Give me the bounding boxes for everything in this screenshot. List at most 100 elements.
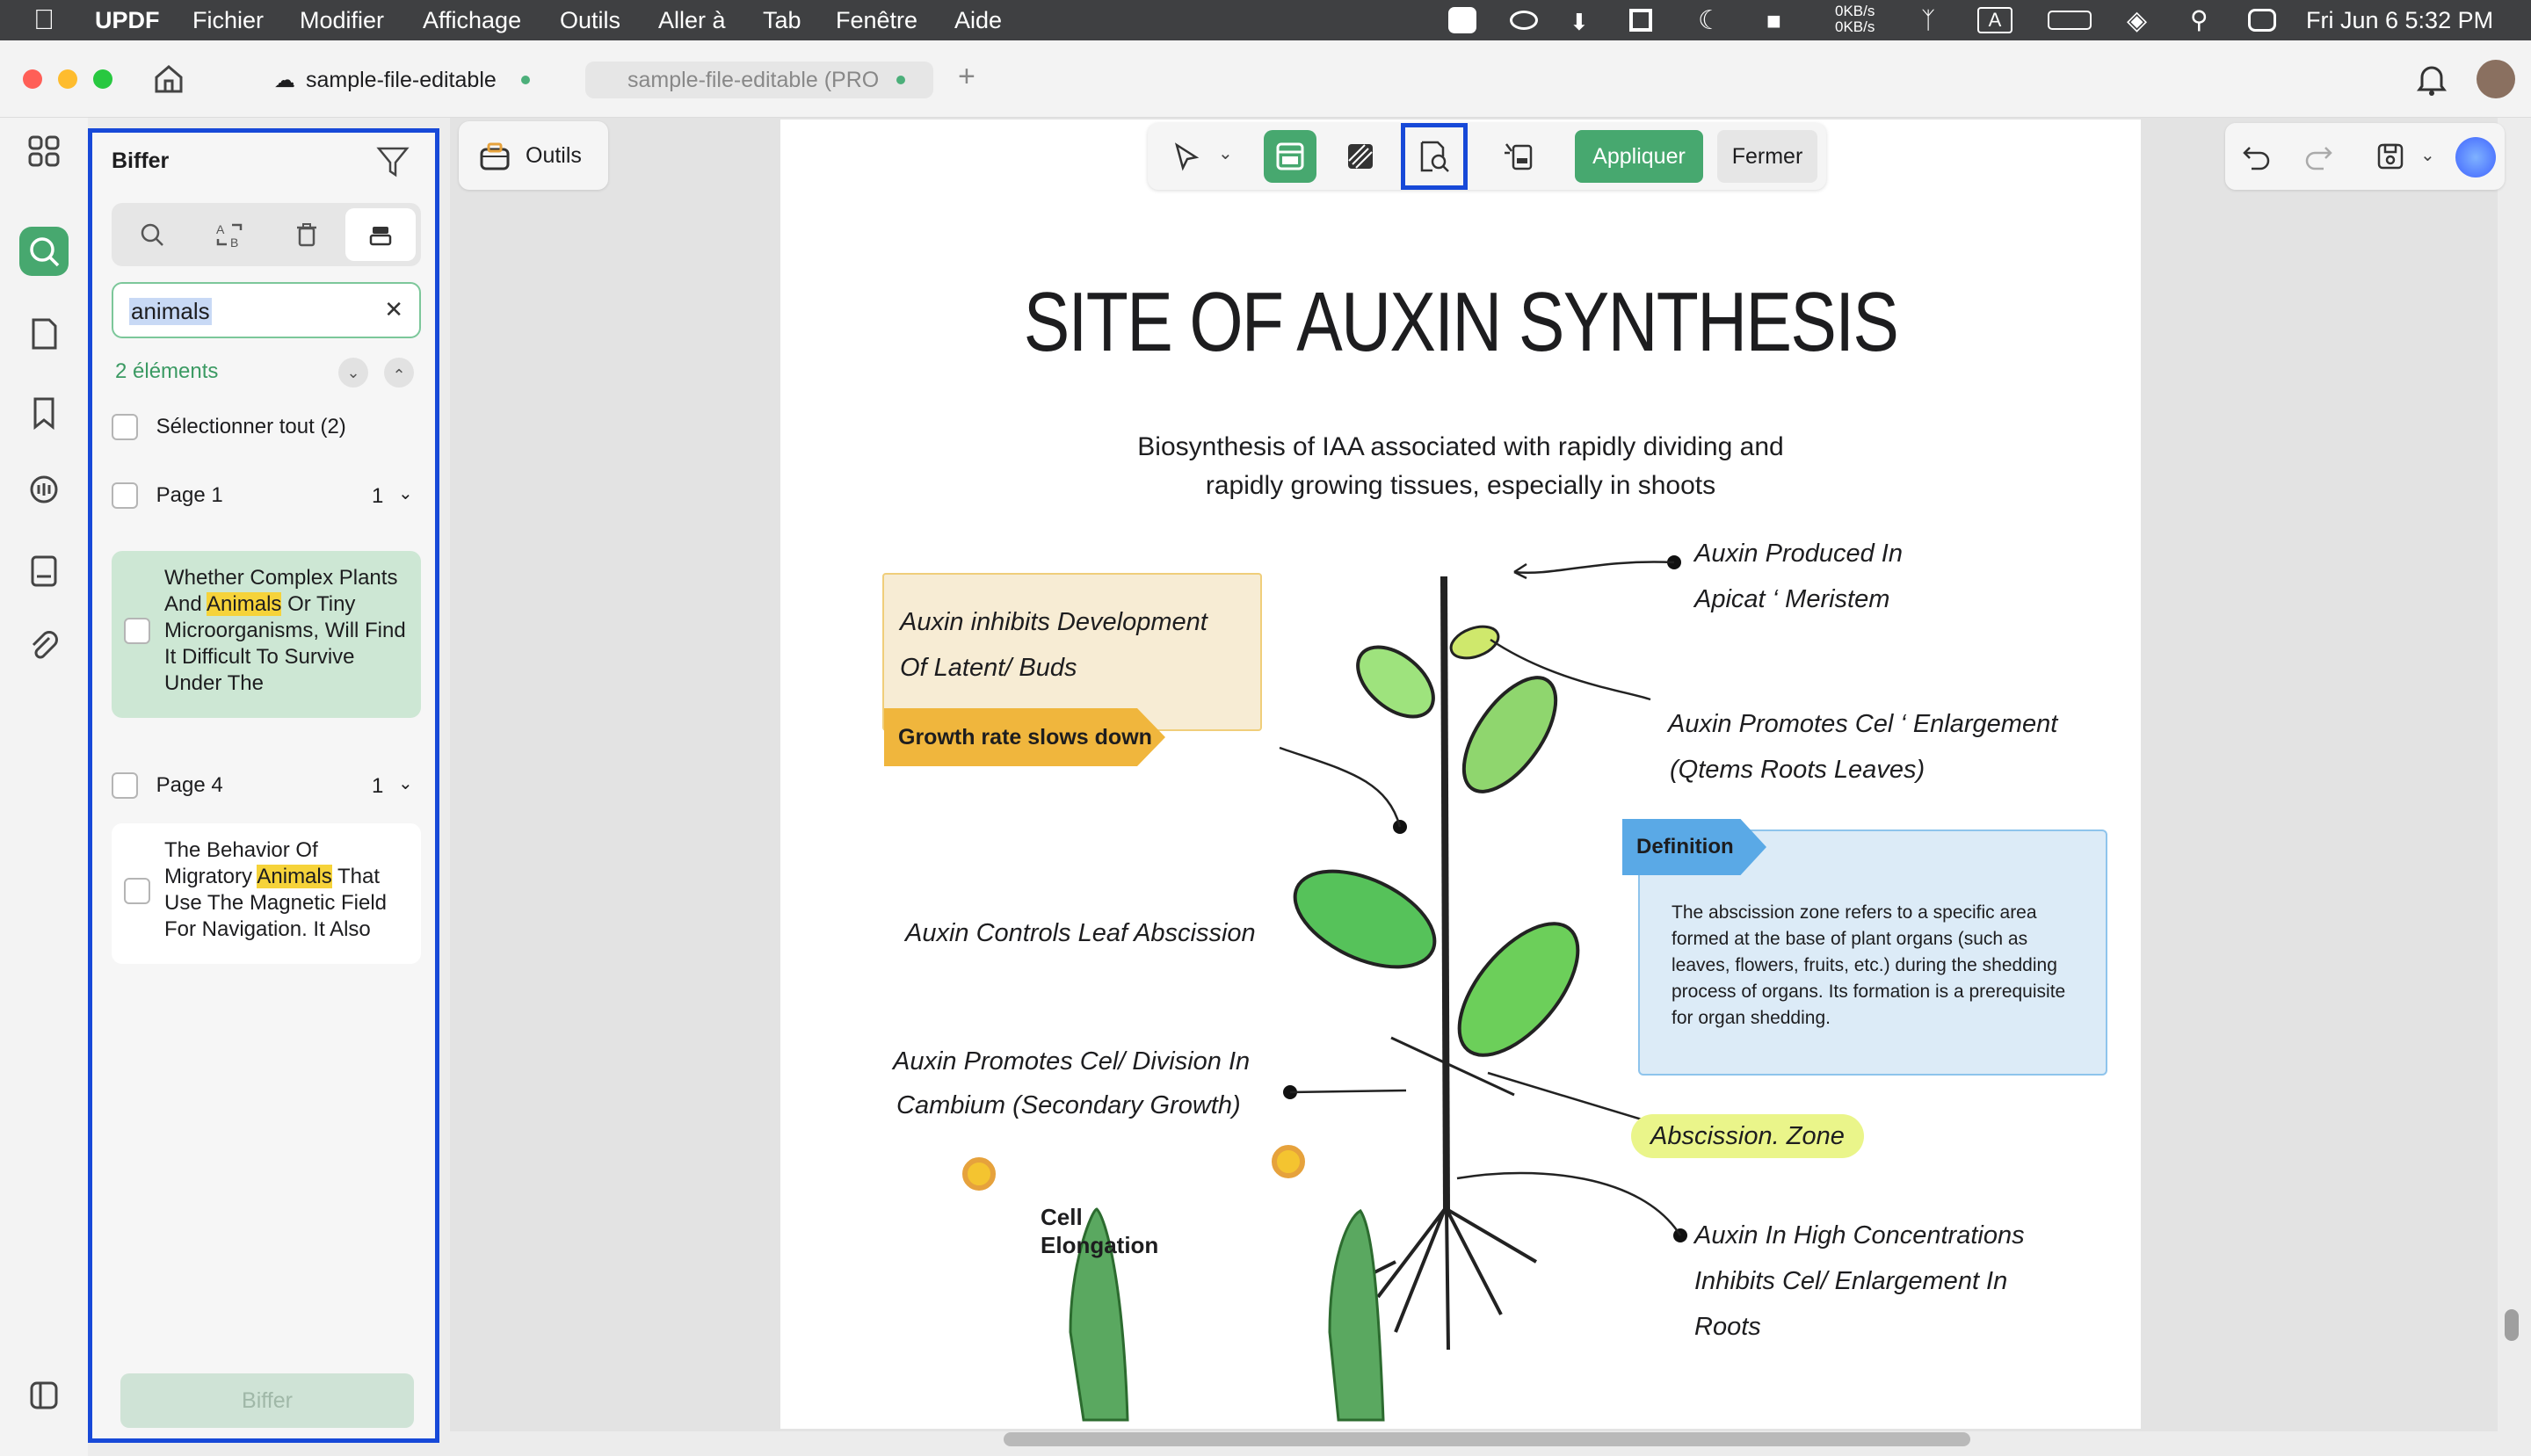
download-icon[interactable]: ⬇ <box>1570 9 1589 36</box>
home-icon[interactable] <box>151 62 186 97</box>
chevron-down-icon[interactable]: ⌄ <box>398 482 413 504</box>
battery-icon[interactable] <box>2048 11 2092 30</box>
chevron-down-icon[interactable]: ⌄ <box>398 772 413 794</box>
sidebar-toggle-icon[interactable] <box>19 1371 69 1420</box>
label-high-3: Roots <box>1694 1313 1761 1341</box>
ghost-icon[interactable]: ■ <box>1766 7 1781 35</box>
label-cell-1: Cell <box>1041 1204 1083 1230</box>
label-inhibits-1: Auxin inhibits Development <box>900 608 1207 636</box>
label-cell-2: Elongation <box>1041 1232 1159 1258</box>
tools-button[interactable]: Outils <box>459 121 608 190</box>
close-window-button[interactable] <box>23 69 42 89</box>
search-input[interactable]: animals <box>129 298 212 325</box>
toolbox-icon <box>480 142 510 170</box>
moon-icon[interactable]: ☾ <box>1698 5 1722 36</box>
menu-edit[interactable]: Modifier <box>300 7 384 34</box>
menu-help[interactable]: Aide <box>954 7 1002 34</box>
page-group-1[interactable]: Page 1 1 ⌄ <box>112 482 421 509</box>
definition-text: The abscission zone refers to a specific… <box>1672 902 2066 1028</box>
redact-page-icon[interactable] <box>1492 130 1545 183</box>
bluetooth-icon[interactable]: ᛉ <box>1921 7 1935 34</box>
next-result-chevron-down-icon[interactable]: ⌄ <box>338 358 368 388</box>
page-1-checkbox[interactable] <box>112 482 138 509</box>
disk-icon[interactable] <box>1510 11 1538 30</box>
trash-icon[interactable] <box>272 208 342 261</box>
search-result-item[interactable]: The Behavior Of Migratory Animals That U… <box>112 823 421 964</box>
menu-window[interactable]: Fenêtre <box>836 7 917 34</box>
replace-icon[interactable]: AB <box>194 208 265 261</box>
minimize-window-button[interactable] <box>58 69 77 89</box>
horizontal-scrollbar[interactable] <box>1004 1432 1970 1446</box>
label-produced-2: Apicat ‘ Meristem <box>1694 585 1890 613</box>
bell-icon[interactable] <box>2415 62 2448 97</box>
page-group-4[interactable]: Page 4 1 ⌄ <box>112 772 421 799</box>
comment-icon[interactable] <box>19 466 69 515</box>
search-result-item[interactable]: Whether Complex Plants And Animals Or Ti… <box>112 551 421 718</box>
control-center-icon[interactable] <box>2248 9 2276 32</box>
app-menu[interactable]: UPDF <box>95 7 160 34</box>
vertical-scrollbar[interactable] <box>2505 1309 2519 1341</box>
apply-button[interactable]: Appliquer <box>1575 130 1703 183</box>
result-snippet: The Behavior Of Migratory Animals That U… <box>164 838 388 941</box>
input-source-icon[interactable]: A <box>1977 7 2012 33</box>
page-icon[interactable] <box>19 309 69 359</box>
form-icon[interactable] <box>19 547 69 596</box>
avatar[interactable] <box>2477 60 2515 98</box>
ai-assistant-icon[interactable] <box>2455 137 2496 177</box>
new-tab-button[interactable]: + <box>958 60 975 94</box>
svg-text:A: A <box>216 222 225 236</box>
close-redact-button[interactable]: Fermer <box>1717 130 1817 183</box>
menu-tools[interactable]: Outils <box>560 7 620 34</box>
select-all-checkbox[interactable] <box>112 414 138 440</box>
search-text-button[interactable] <box>117 208 187 261</box>
page-4-checkbox[interactable] <box>112 772 138 799</box>
tab-sample-file-editable[interactable]: ☁ sample-file-editable <box>274 62 530 98</box>
menu-view[interactable]: Affichage <box>423 7 521 34</box>
menu-file[interactable]: Fichier <box>192 7 264 34</box>
wifi-icon[interactable]: ◈ <box>2127 5 2147 36</box>
redact-button[interactable]: Biffer <box>120 1373 414 1428</box>
spotlight-icon[interactable]: ⚲ <box>2190 5 2208 34</box>
search-mode-icon[interactable] <box>19 227 69 276</box>
match-highlight: Animals <box>207 592 282 616</box>
select-all-row[interactable]: Sélectionner tout (2) <box>112 414 346 440</box>
page-1-count: 1 <box>372 484 384 508</box>
bookmark-icon[interactable] <box>19 388 69 438</box>
prev-result-chevron-up-icon[interactable]: ⌃ <box>384 358 414 388</box>
clear-search-icon[interactable]: ✕ <box>384 296 403 323</box>
select-pointer-icon[interactable] <box>1160 130 1213 183</box>
save-icon[interactable] <box>2375 141 2406 172</box>
tab-sample-file-editable-pro[interactable]: sample-file-editable (PRO <box>585 62 933 98</box>
result-checkbox[interactable] <box>124 618 150 644</box>
redo-icon[interactable] <box>2303 141 2334 172</box>
cloud-icon: ☁ <box>274 68 295 92</box>
pointer-chevron-down-icon[interactable]: ⌄ <box>1218 142 1233 164</box>
document-title: SITE OF AUXIN SYNTHESIS <box>1023 275 1899 369</box>
redact-pattern-icon[interactable] <box>1334 130 1387 183</box>
menu-tab[interactable]: Tab <box>763 7 801 34</box>
zoom-window-button[interactable] <box>93 69 112 89</box>
redact-toolbar: ⌄ Appliquer Fermer <box>1148 123 1826 190</box>
attachment-icon[interactable] <box>19 622 69 671</box>
thumbnails-icon[interactable] <box>19 127 69 176</box>
label-inhibits-2: Of Latent/ Buds <box>900 654 1077 682</box>
redact-area-icon[interactable] <box>1264 130 1316 183</box>
filter-icon[interactable] <box>375 143 410 178</box>
search-field[interactable]: animals ✕ <box>112 282 421 338</box>
growth-tag: Growth rate slows down <box>884 708 1165 766</box>
updf-status-icon[interactable] <box>1448 7 1476 33</box>
result-checkbox[interactable] <box>124 878 150 904</box>
results-count: 2 éléments <box>115 359 219 383</box>
save-chevron-down-icon[interactable]: ⌄ <box>2420 144 2435 166</box>
search-redact-icon[interactable] <box>1401 123 1468 190</box>
label-controls: Auxin Controls Leaf Abscission <box>905 919 1256 947</box>
clock[interactable]: Fri Jun 6 5:32 PM <box>2306 7 2493 34</box>
menu-go[interactable]: Aller à <box>658 7 726 34</box>
apple-icon[interactable]:  <box>33 4 54 36</box>
match-highlight: Animals <box>257 865 332 888</box>
redact-search-button[interactable] <box>345 208 416 261</box>
grid-status-icon[interactable] <box>1629 9 1652 32</box>
undo-icon[interactable] <box>2241 141 2273 172</box>
page-4-count: 1 <box>372 774 384 798</box>
redact-mode-segment: AB <box>112 203 421 266</box>
